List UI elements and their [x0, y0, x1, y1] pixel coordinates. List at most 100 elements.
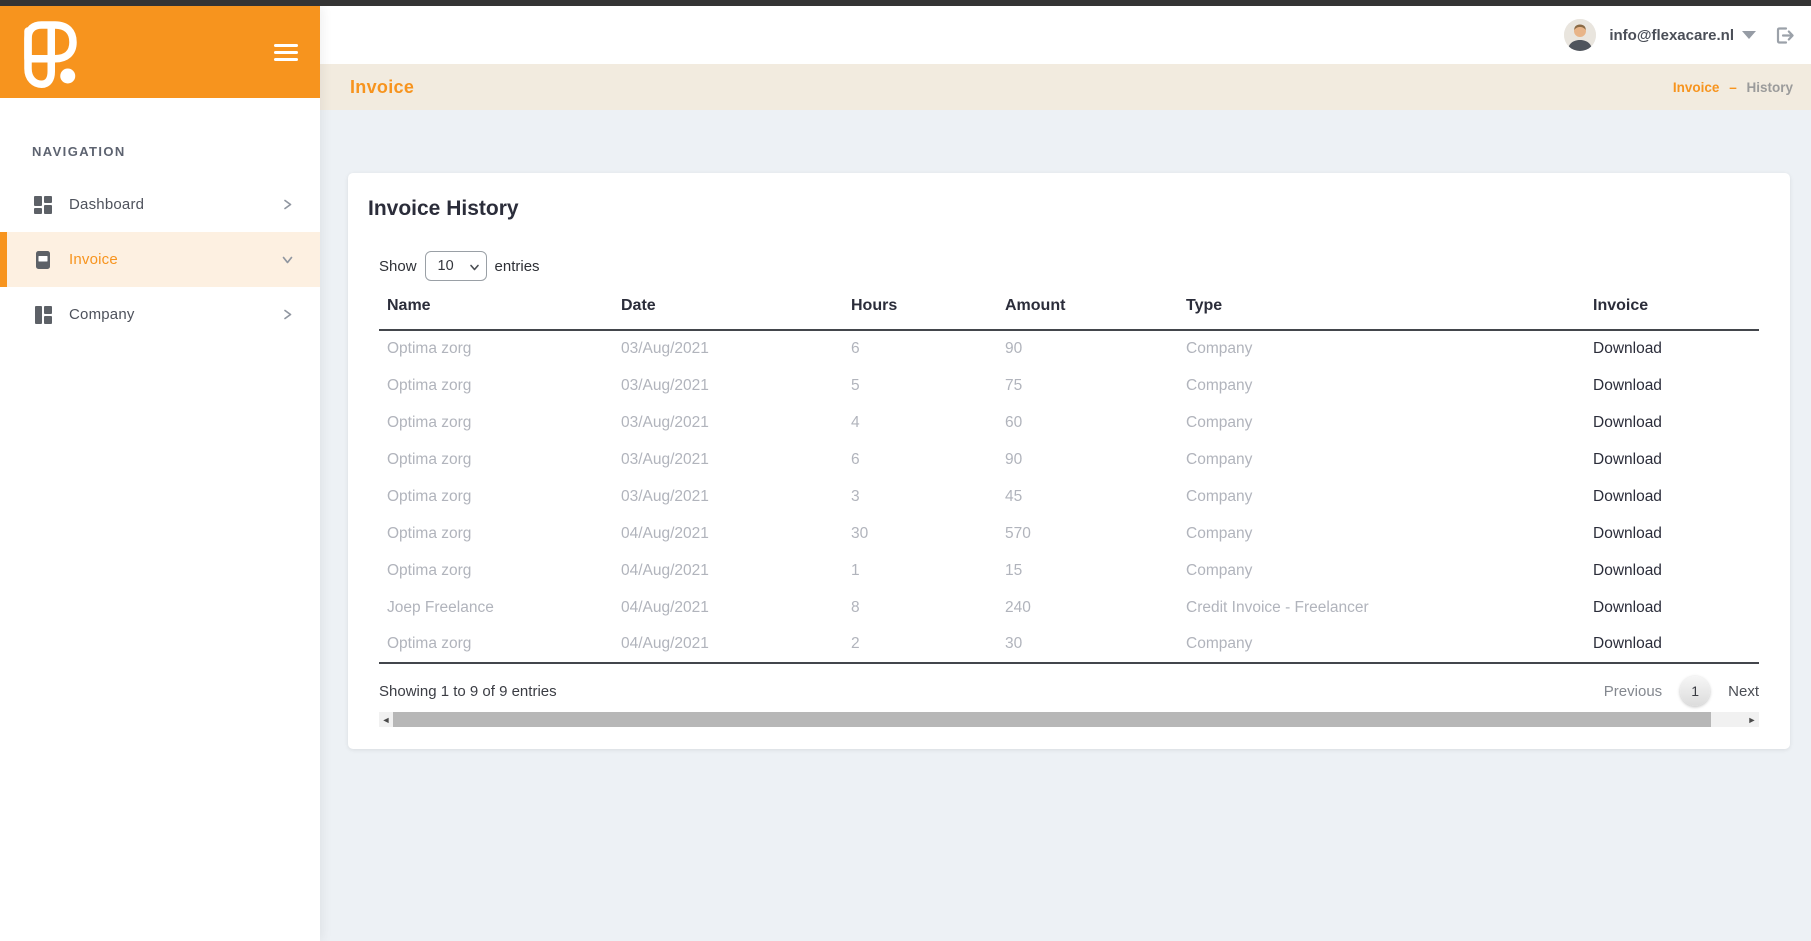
page-title: Invoice [350, 77, 414, 98]
card-title: Invoice History [368, 197, 1774, 221]
nav-section-label: NAVIGATION [32, 144, 320, 159]
cell-hours: 1 [843, 552, 997, 589]
cell-name: Optima zorg [379, 478, 613, 515]
table-footer: Showing 1 to 9 of 9 entries Previous 1 N… [379, 676, 1759, 706]
cell-amount: 90 [997, 330, 1178, 367]
cell-hours: 5 [843, 367, 997, 404]
header-date[interactable]: Date [613, 293, 843, 330]
previous-page-button[interactable]: Previous [1604, 683, 1662, 700]
download-link[interactable]: Download [1593, 377, 1662, 394]
cell-hours: 3 [843, 478, 997, 515]
page-number-button[interactable]: 1 [1680, 676, 1710, 706]
table-header-row: Name Date Hours Amount Type Invoice [379, 293, 1759, 330]
show-label: Show [379, 258, 417, 275]
header-name[interactable]: Name [379, 293, 613, 330]
sidebar-logo-block [0, 6, 320, 98]
cell-amount: 60 [997, 404, 1178, 441]
cell-name: Optima zorg [379, 404, 613, 441]
sidebar-item-dashboard[interactable]: Dashboard [0, 177, 320, 232]
header-amount[interactable]: Amount [997, 293, 1178, 330]
sidebar-item-company[interactable]: Company [0, 287, 320, 342]
download-link[interactable]: Download [1593, 525, 1662, 542]
cell-hours: 8 [843, 589, 997, 626]
dashboard-icon [34, 196, 52, 214]
sidebar-item-label: Company [69, 306, 281, 323]
cell-type: Company [1178, 404, 1585, 441]
breadcrumb-invoice[interactable]: Invoice [1673, 80, 1720, 95]
sidebar-item-invoice[interactable]: Invoice [0, 232, 320, 287]
cell-date: 03/Aug/2021 [613, 404, 843, 441]
cell-hours: 2 [843, 626, 997, 663]
next-page-button[interactable]: Next [1728, 683, 1759, 700]
cell-amount: 240 [997, 589, 1178, 626]
download-link[interactable]: Download [1593, 488, 1662, 505]
download-link[interactable]: Download [1593, 451, 1662, 468]
topbar: info@flexacare.nl [320, 6, 1811, 64]
header-type[interactable]: Type [1178, 293, 1585, 330]
breadcrumb-history: History [1746, 80, 1793, 95]
cell-type: Company [1178, 478, 1585, 515]
cell-type: Company [1178, 515, 1585, 552]
main-content: Invoice History Show 10 entries Name [320, 110, 1811, 941]
cell-date: 03/Aug/2021 [613, 478, 843, 515]
download-link[interactable]: Download [1593, 414, 1662, 431]
cell-hours: 6 [843, 330, 997, 367]
cell-name: Optima zorg [379, 515, 613, 552]
cell-name: Joep Freelance [379, 589, 613, 626]
logout-icon[interactable] [1774, 25, 1795, 46]
chevron-right-icon [281, 308, 294, 321]
header-hours[interactable]: Hours [843, 293, 997, 330]
scrollbar-thumb[interactable] [393, 712, 1711, 727]
scrollbar-track[interactable] [393, 712, 1745, 727]
cell-date: 04/Aug/2021 [613, 589, 843, 626]
download-link[interactable]: Download [1593, 340, 1662, 357]
chevron-down-icon [281, 253, 294, 266]
entries-summary: Showing 1 to 9 of 9 entries [379, 683, 557, 700]
breadcrumb-separator: – [1729, 80, 1737, 95]
invoice-icon [34, 251, 52, 269]
entries-select[interactable]: 10 [425, 251, 487, 281]
cell-hours: 6 [843, 441, 997, 478]
cell-type: Company [1178, 367, 1585, 404]
cell-type: Company [1178, 626, 1585, 663]
table-row: Optima zorg 04/Aug/2021 2 30 Company Dow… [379, 626, 1759, 663]
user-email-menu[interactable]: info@flexacare.nl [1609, 27, 1734, 44]
download-link[interactable]: Download [1593, 635, 1662, 652]
caret-down-icon[interactable] [1742, 31, 1756, 39]
cell-type: Credit Invoice - Freelancer [1178, 589, 1585, 626]
table-row: Optima zorg 03/Aug/2021 6 90 Company Dow… [379, 330, 1759, 367]
breadcrumb: Invoice – History [1673, 80, 1793, 95]
cell-amount: 75 [997, 367, 1178, 404]
window-top-strip [0, 0, 1811, 6]
cell-type: Company [1178, 330, 1585, 367]
entries-label: entries [495, 258, 540, 275]
invoice-history-table: Name Date Hours Amount Type Invoice Opti… [379, 293, 1759, 664]
table-row: Joep Freelance 04/Aug/2021 8 240 Credit … [379, 589, 1759, 626]
header-invoice[interactable]: Invoice [1585, 293, 1759, 330]
sidebar: NAVIGATION Dashboard Invoice [0, 6, 320, 941]
download-link[interactable]: Download [1593, 599, 1662, 616]
cell-amount: 15 [997, 552, 1178, 589]
table-row: Optima zorg 04/Aug/2021 30 570 Company D… [379, 515, 1759, 552]
flexacare-logo[interactable] [16, 16, 88, 88]
cell-name: Optima zorg [379, 441, 613, 478]
company-icon [34, 306, 52, 324]
cell-name: Optima zorg [379, 367, 613, 404]
entries-length-control: Show 10 entries [379, 251, 1759, 281]
user-avatar[interactable] [1564, 19, 1596, 51]
cell-date: 03/Aug/2021 [613, 367, 843, 404]
scroll-left-arrow-icon[interactable]: ◄ [379, 712, 393, 727]
download-link[interactable]: Download [1593, 562, 1662, 579]
cell-name: Optima zorg [379, 626, 613, 663]
menu-toggle-icon[interactable] [274, 36, 298, 69]
chevron-right-icon [281, 198, 294, 211]
pagination: Previous 1 Next [1604, 676, 1759, 706]
sidebar-item-label: Invoice [69, 251, 281, 268]
cell-hours: 30 [843, 515, 997, 552]
horizontal-scrollbar: ◄ ► [379, 712, 1759, 727]
table-row: Optima zorg 03/Aug/2021 6 90 Company Dow… [379, 441, 1759, 478]
table-row: Optima zorg 03/Aug/2021 5 75 Company Dow… [379, 367, 1759, 404]
scroll-right-arrow-icon[interactable]: ► [1745, 712, 1759, 727]
cell-date: 04/Aug/2021 [613, 552, 843, 589]
cell-name: Optima zorg [379, 552, 613, 589]
